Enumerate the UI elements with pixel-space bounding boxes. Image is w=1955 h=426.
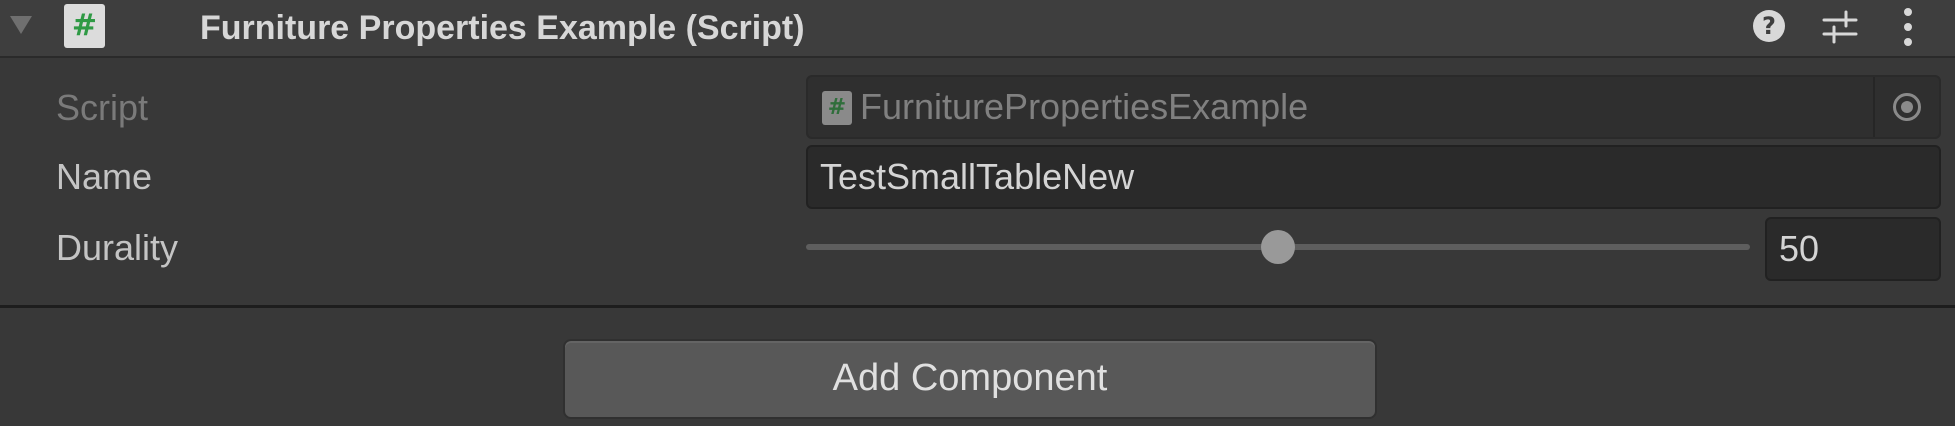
durality-slider-thumb[interactable] — [1261, 230, 1295, 264]
name-label: Name — [56, 156, 153, 197]
name-value[interactable]: TestSmallTableNew — [820, 147, 1134, 207]
script-label: Script — [56, 87, 149, 128]
durality-number-field[interactable]: 50 — [1765, 217, 1941, 281]
name-field[interactable]: TestSmallTableNew — [806, 145, 1941, 209]
presets-icon[interactable] — [1820, 8, 1860, 46]
durality-label: Durality — [56, 227, 179, 268]
component-title: Furniture Properties Example (Script) — [200, 9, 805, 47]
durality-value[interactable]: 50 — [1779, 219, 1819, 279]
inspector-divider — [0, 305, 1955, 308]
add-component-button[interactable]: Add Component — [563, 339, 1377, 419]
script-value: FurniturePropertiesExample — [860, 86, 1309, 127]
csharp-script-icon: # — [64, 4, 105, 48]
component-header[interactable]: # Furniture Properties Example (Script) … — [0, 0, 1955, 58]
foldout-arrow-icon[interactable] — [10, 16, 32, 34]
object-picker-dot — [1901, 101, 1913, 113]
script-object-field: # FurniturePropertiesExample — [806, 75, 1941, 139]
more-menu-icon[interactable] — [1898, 6, 1918, 48]
help-icon[interactable]: ? — [1753, 10, 1785, 42]
csharp-script-icon: # — [822, 91, 852, 125]
object-picker-button — [1873, 77, 1939, 137]
